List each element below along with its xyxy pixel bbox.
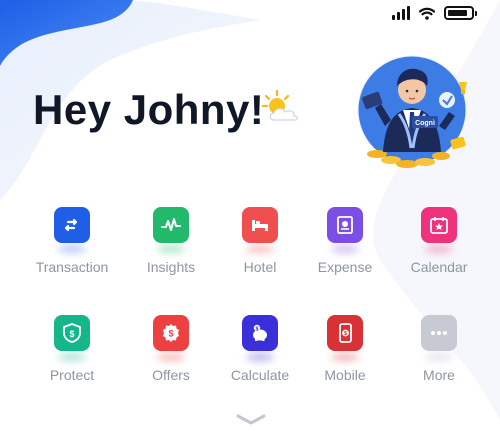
menu-item-protect[interactable]: $ Protect (22, 315, 122, 395)
tile-shadow (246, 245, 274, 253)
menu-label: Offers (152, 367, 190, 383)
tile-shadow (425, 245, 453, 253)
svg-text:$: $ (255, 326, 258, 332)
svg-text:$: $ (69, 329, 74, 339)
hero-badge-text: Cognì (415, 120, 435, 127)
profile-illustration: Cognì (357, 55, 467, 168)
wifi-icon (419, 7, 435, 20)
tile-shadow (58, 245, 86, 253)
menu-item-offers[interactable]: $ Offers (121, 315, 221, 395)
svg-text:$: $ (168, 329, 173, 339)
offers-icon[interactable]: $ (153, 315, 189, 351)
menu-label: Transaction (35, 259, 109, 275)
menu-item-more[interactable]: More (389, 315, 489, 395)
mobile-icon[interactable]: $ (327, 315, 363, 351)
greeting-title: Hey Johny! (33, 86, 265, 133)
menu-label: Mobile (324, 367, 366, 383)
tile-shadow (58, 353, 86, 361)
menu-item-insights[interactable]: Insights (121, 207, 221, 287)
tile-shadow (425, 353, 453, 361)
tile-shadow (331, 245, 359, 253)
menu-item-expense[interactable]: Expense (295, 207, 395, 287)
battery-icon (444, 6, 477, 20)
cellular-signal-icon (392, 6, 410, 20)
insights-icon[interactable] (153, 207, 189, 243)
menu-item-transaction[interactable]: Transaction (22, 207, 122, 287)
menu-label: Calendar (410, 259, 468, 275)
hotel-icon[interactable] (242, 207, 278, 243)
status-bar (392, 5, 477, 21)
tile-shadow (157, 245, 185, 253)
piggy-bank-icon[interactable]: $ (242, 315, 278, 351)
tile-shadow (246, 353, 274, 361)
more-icon[interactable] (421, 315, 457, 351)
menu-item-mobile[interactable]: $ Mobile (295, 315, 395, 395)
menu-label: More (423, 367, 455, 383)
calendar-icon[interactable] (421, 207, 457, 243)
tile-shadow (157, 353, 185, 361)
menu-label: Insights (146, 259, 196, 275)
shield-icon[interactable]: $ (54, 315, 90, 351)
tile-shadow (331, 353, 359, 361)
menu-label: Protect (49, 367, 95, 383)
chevron-down-icon[interactable] (236, 414, 266, 426)
expense-icon[interactable] (327, 207, 363, 243)
battery-level (448, 10, 467, 16)
menu-item-calendar[interactable]: Calendar (389, 207, 489, 287)
svg-text:$: $ (344, 331, 347, 337)
transaction-icon[interactable] (54, 207, 90, 243)
sun-behind-cloud-icon (262, 90, 298, 121)
menu-label: Expense (317, 259, 373, 275)
